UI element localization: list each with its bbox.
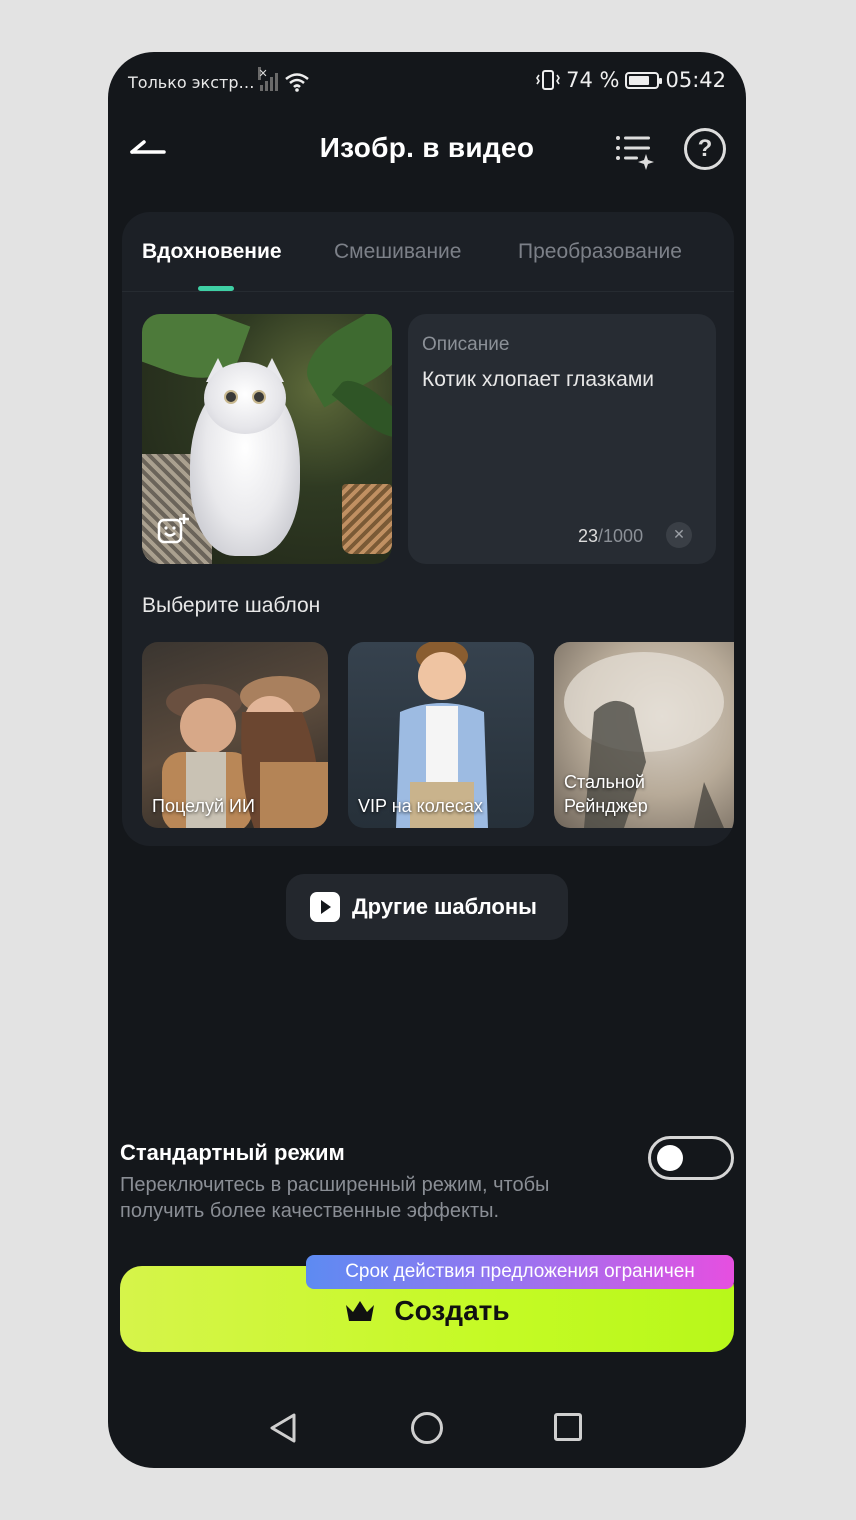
description-field[interactable]: Описание Котик хлопает глазками 23/1000 …	[408, 314, 716, 564]
battery-icon	[625, 71, 663, 89]
description-text[interactable]: Котик хлопает глазками	[422, 368, 654, 392]
other-templates-label: Другие шаблоны	[352, 894, 537, 919]
template-label: VIP на колесах	[358, 796, 483, 816]
carrier-label: Только экстр…	[128, 72, 255, 92]
signal-icon: ✕	[258, 67, 279, 91]
clear-text-icon[interactable]: ✕	[666, 522, 692, 548]
source-photo[interactable]	[142, 314, 392, 564]
tab-bar: Вдохновение Смешивание Преобразование	[122, 212, 734, 292]
phone-screen: Только экстр… ✕ 74 % 05:42 Изобр. в виде…	[108, 52, 746, 1468]
toggle-knob	[657, 1145, 683, 1171]
system-nav-bar	[108, 1398, 746, 1458]
tab-inspiration[interactable]: Вдохновение	[142, 240, 282, 264]
char-counter: 23/1000	[578, 526, 644, 546]
help-icon[interactable]: ?	[684, 128, 726, 170]
template-card-ai-kiss[interactable]: Поцелуй ИИ	[142, 642, 328, 828]
limited-offer-badge: Срок действия предложения ограничен	[306, 1255, 734, 1289]
template-label: Поцелуй ИИ	[152, 796, 255, 816]
template-label: Стальной Рейнджер	[564, 772, 648, 816]
main-card: Вдохновение Смешивание Преобразование Оп…	[122, 212, 734, 846]
description-label: Описание	[422, 334, 510, 355]
other-templates-button[interactable]: Другие шаблоны	[286, 874, 568, 940]
template-card-vip[interactable]: VIP на колесах	[348, 642, 534, 828]
advanced-mode-toggle[interactable]	[648, 1136, 734, 1180]
battery-percent: 74 %	[566, 68, 620, 92]
nav-back-icon[interactable]	[268, 1412, 298, 1444]
nav-home-icon[interactable]	[411, 1412, 443, 1444]
crown-icon	[346, 1301, 375, 1321]
template-card-steel-ranger[interactable]: Стальной Рейнджер	[554, 642, 734, 828]
create-label: Создать	[394, 1295, 510, 1326]
status-bar: Только экстр… ✕ 74 % 05:42	[108, 52, 746, 114]
clock: 05:42	[665, 68, 726, 92]
vibrate-icon	[536, 70, 561, 90]
mode-description: Переключитесь в расширенный режим, чтобы…	[120, 1174, 550, 1222]
mode-title: Стандартный режим	[120, 1140, 345, 1165]
tab-transformation[interactable]: Преобразование	[518, 240, 682, 264]
app-header: Изобр. в видео ?	[108, 114, 746, 186]
templates-heading: Выберите шаблон	[142, 594, 321, 617]
wifi-icon	[285, 73, 310, 92]
video-play-icon	[310, 892, 340, 922]
task-list-icon[interactable]	[614, 130, 654, 170]
replace-photo-icon[interactable]	[156, 512, 190, 546]
tab-blending[interactable]: Смешивание	[334, 240, 461, 264]
active-tab-indicator	[198, 286, 234, 291]
nav-recents-icon[interactable]	[554, 1413, 582, 1441]
